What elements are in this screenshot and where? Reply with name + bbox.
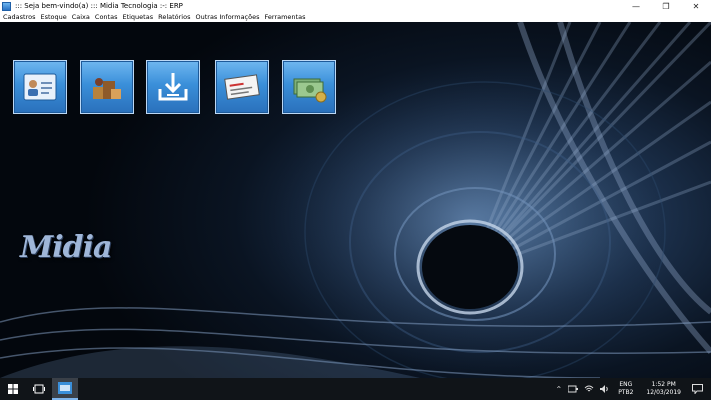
tool-button-cadastro[interactable] [13, 60, 67, 114]
menu-contas[interactable]: Contas [95, 13, 118, 21]
notification-icon[interactable] [692, 384, 703, 394]
task-view-icon [33, 384, 45, 394]
language-indicator[interactable]: ENG PTB2 [618, 381, 633, 397]
menu-outras-informacoes[interactable]: Outras Informações [195, 13, 259, 21]
restore-button[interactable]: ❐ [651, 0, 681, 12]
title-bar: ::: Seja bem-vindo(a) ::: Midia Tecnolog… [0, 0, 711, 12]
menu-cadastros[interactable]: Cadastros [3, 13, 35, 21]
menu-relatorios[interactable]: Relatórios [158, 13, 190, 21]
menu-etiquetas[interactable]: Etiquetas [122, 13, 153, 21]
products-icon [93, 78, 121, 99]
workspace: Midia [0, 22, 711, 378]
taskbar: ⌃ ENG PTB2 1:52 PM 12/03/2019 [0, 378, 711, 400]
window-title: ::: Seja bem-vindo(a) ::: Midia Tecnolog… [15, 2, 183, 10]
download-tray-icon [158, 73, 188, 101]
start-button[interactable] [0, 378, 26, 400]
clock-date: 12/03/2019 [646, 389, 681, 396]
volume-icon[interactable] [600, 385, 610, 393]
wifi-icon[interactable] [584, 385, 594, 393]
taskbar-app-midia[interactable] [52, 378, 78, 400]
menu-bar: Cadastros Estoque Caixa Contas Etiquetas… [0, 12, 711, 22]
battery-icon[interactable] [568, 385, 579, 393]
erp-app-icon [58, 382, 72, 394]
task-view-button[interactable] [26, 378, 52, 400]
tool-button-contas[interactable] [215, 60, 269, 114]
clock-time: 1:52 PM [651, 381, 676, 388]
language-code: ENG [619, 381, 633, 388]
midia-logo: Midia [20, 230, 112, 265]
clock[interactable]: 1:52 PM 12/03/2019 [646, 381, 681, 397]
tool-button-importar[interactable] [146, 60, 200, 114]
menu-ferramentas[interactable]: Ferramentas [265, 13, 306, 21]
windows-icon [8, 384, 18, 394]
keyboard-layout: PTB2 [618, 389, 634, 396]
app-icon[interactable] [2, 1, 11, 11]
tool-button-estoque[interactable] [80, 60, 134, 114]
money-icon [293, 78, 327, 103]
chevron-up-icon[interactable]: ⌃ [555, 385, 562, 394]
window-controls: — ❐ ✕ [621, 0, 711, 12]
minimize-button[interactable]: — [621, 0, 651, 12]
system-tray: ⌃ ENG PTB2 1:52 PM 12/03/2019 [552, 378, 711, 400]
close-button[interactable]: ✕ [681, 0, 711, 12]
user-card-icon [23, 73, 57, 101]
menu-caixa[interactable]: Caixa [72, 13, 90, 21]
receipt-icon [224, 74, 260, 100]
tool-button-caixa[interactable] [282, 60, 336, 114]
menu-estoque[interactable]: Estoque [40, 13, 66, 21]
